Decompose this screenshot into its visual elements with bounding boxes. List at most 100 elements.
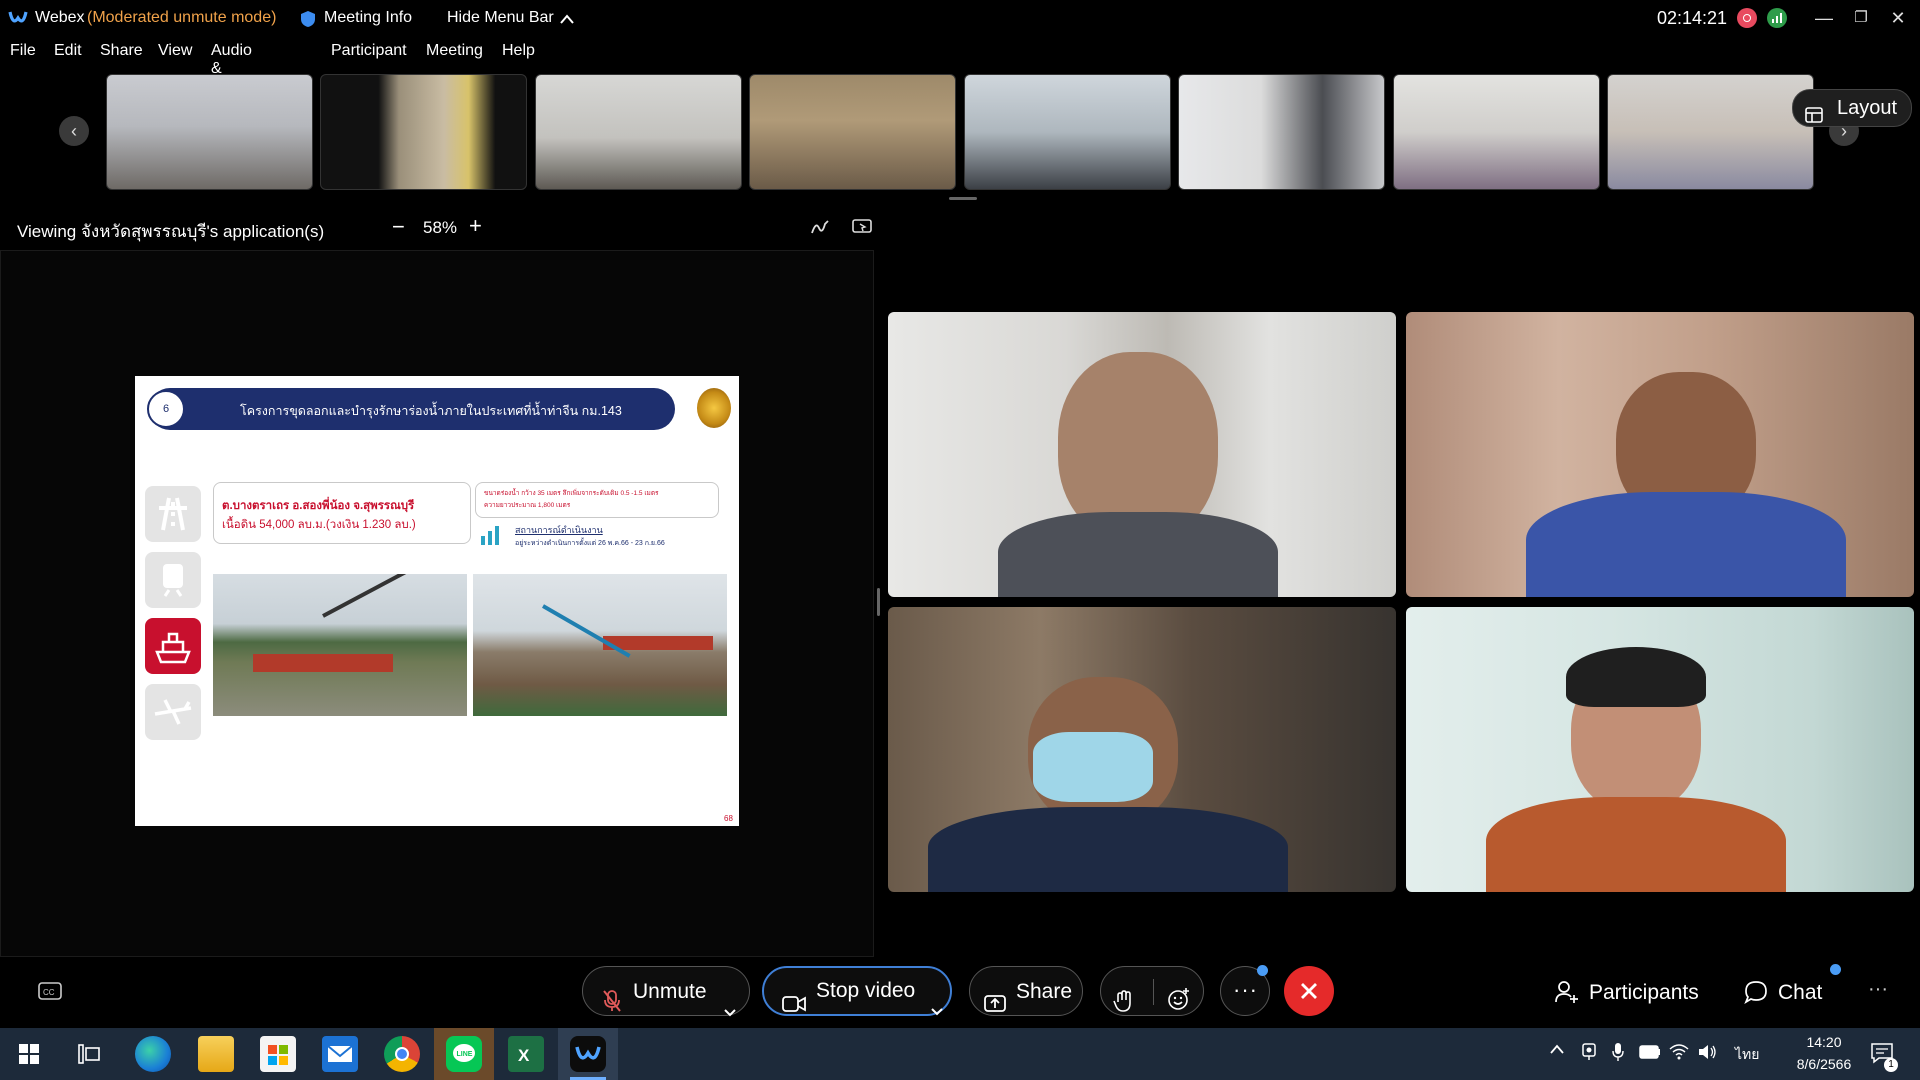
- share-toolbar: Viewing จังหวัดสุพรรณบุรี's application(…: [0, 210, 880, 246]
- notification-dot: [1830, 964, 1841, 975]
- participant-thumbnail[interactable]: [106, 74, 313, 190]
- task-view-icon[interactable]: [78, 1044, 100, 1069]
- divider: [1153, 979, 1154, 1005]
- rail-icon: [145, 552, 201, 608]
- raise-hand-icon[interactable]: [1113, 981, 1133, 1031]
- participant-thumbnail[interactable]: [749, 74, 956, 190]
- chat-button[interactable]: Chat: [1744, 964, 1841, 1009]
- edge-browser-icon[interactable]: [135, 1036, 171, 1072]
- participant-video[interactable]: [1406, 607, 1914, 892]
- status-detail: อยู่ระหว่างดำเนินการตั้งแต่ 26 พ.ค.66 - …: [515, 540, 665, 547]
- menu-view[interactable]: View: [158, 42, 192, 60]
- participant-thumbnail[interactable]: [1607, 74, 1814, 190]
- participant-thumbnail[interactable]: [535, 74, 742, 190]
- menu-participant[interactable]: Participant: [331, 42, 407, 60]
- chevron-up-icon[interactable]: [559, 12, 575, 30]
- participant-video[interactable]: [1406, 312, 1914, 597]
- clock-date[interactable]: 8/6/2566: [1780, 1056, 1868, 1072]
- windows-start-icon[interactable]: [19, 1044, 39, 1069]
- layout-button[interactable]: Layout: [1792, 89, 1912, 127]
- zoom-out-icon[interactable]: −: [392, 214, 405, 240]
- svg-text:X: X: [518, 1046, 530, 1065]
- captions-icon[interactable]: CC: [38, 982, 62, 1005]
- dredging-photo: [473, 574, 727, 716]
- filmstrip-prev-icon[interactable]: ‹: [59, 116, 89, 146]
- notification-count: 1: [1884, 1058, 1898, 1072]
- participant-thumbnail[interactable]: [320, 74, 527, 190]
- remote-control-icon[interactable]: [852, 218, 872, 241]
- location-line-2: เนื้อดิน 54,000 ลบ.ม.(วงเงิน 1.230 ลบ.): [222, 519, 416, 531]
- microphone-icon[interactable]: [1612, 1042, 1624, 1067]
- slide-number-badge: 6: [147, 390, 185, 428]
- network-health-icon[interactable]: [1767, 8, 1787, 28]
- recording-icon: [1737, 8, 1757, 28]
- microsoft-store-icon[interactable]: [260, 1036, 296, 1072]
- mail-icon[interactable]: [322, 1036, 358, 1072]
- menu-edit[interactable]: Edit: [54, 42, 82, 60]
- share-button[interactable]: Share: [969, 966, 1083, 1016]
- filmstrip-resize-handle[interactable]: [949, 197, 977, 200]
- title-bar: Webex (Moderated unmute mode) Meeting In…: [0, 0, 1920, 38]
- svg-text:LINE: LINE: [457, 1051, 473, 1058]
- restore-icon[interactable]: ❐: [1843, 4, 1879, 32]
- participant-thumbnail[interactable]: [964, 74, 1171, 190]
- participant-thumbnail[interactable]: [1393, 74, 1600, 190]
- layout-icon: [1805, 99, 1823, 135]
- more-icon: ···: [1233, 977, 1258, 1002]
- overflow-menu-icon[interactable]: ···: [1868, 978, 1888, 1001]
- wifi-icon[interactable]: [1669, 1042, 1689, 1065]
- dredging-photo: [213, 574, 467, 716]
- spec-line-1: ขนาดร่องน้ำ กว้าง 35 เมตร ลึกเพิ่มจากระด…: [484, 490, 659, 497]
- shield-icon[interactable]: [300, 10, 316, 33]
- layout-label: Layout: [1837, 97, 1898, 119]
- status-chart-icon: [479, 524, 503, 551]
- participant-video[interactable]: [888, 312, 1396, 597]
- slide-number: 6: [162, 403, 170, 415]
- participants-icon: [1555, 980, 1579, 1009]
- svg-text:CC: CC: [43, 988, 55, 997]
- share-label: Share: [1016, 980, 1073, 1003]
- close-icon[interactable]: ✕: [1880, 4, 1916, 32]
- road-icon: [145, 486, 201, 542]
- chat-bubble-icon: [1744, 980, 1768, 1009]
- webex-app-icon[interactable]: [570, 1036, 606, 1072]
- meeting-info-link[interactable]: Meeting Info: [324, 9, 412, 27]
- file-explorer-icon[interactable]: [198, 1036, 234, 1072]
- menu-meeting[interactable]: Meeting: [426, 42, 483, 60]
- annotate-icon[interactable]: [810, 218, 830, 241]
- participant-thumbnail[interactable]: [1178, 74, 1385, 190]
- hide-menu-bar-button[interactable]: Hide Menu Bar: [447, 9, 554, 27]
- more-options-button[interactable]: ···: [1220, 965, 1270, 1016]
- zoom-in-icon[interactable]: +: [469, 213, 482, 239]
- participants-button[interactable]: Participants: [1555, 978, 1705, 1008]
- chat-label: Chat: [1778, 981, 1823, 1004]
- excel-icon[interactable]: X: [508, 1036, 544, 1072]
- location-box: ต.บางตราเถร อ.สองพี่น้อง จ.สุพรรณบุรี เน…: [213, 482, 471, 544]
- clock-time[interactable]: 14:20: [1794, 1034, 1854, 1050]
- video-camera-icon: [782, 982, 806, 1032]
- input-language[interactable]: ไทย: [1735, 1044, 1759, 1066]
- taskbar: LINE X ไทย 14:20 8/6/2566 1: [0, 1028, 1920, 1080]
- volume-icon[interactable]: [1698, 1043, 1718, 1066]
- ship-icon: [145, 618, 201, 674]
- minimize-icon[interactable]: —: [1806, 4, 1842, 32]
- emoji-reaction-icon[interactable]: [1167, 980, 1191, 1030]
- menu-share[interactable]: Share: [100, 42, 143, 60]
- share-screen-icon: [984, 982, 1006, 1032]
- menu-help[interactable]: Help: [502, 42, 535, 60]
- emblem-icon: [697, 388, 731, 428]
- participant-video[interactable]: [888, 607, 1396, 892]
- webcam-icon[interactable]: [1581, 1043, 1597, 1066]
- unmute-button[interactable]: Unmute: [582, 966, 750, 1017]
- end-meeting-button[interactable]: [1284, 966, 1334, 1016]
- chrome-icon[interactable]: [384, 1036, 420, 1072]
- shared-slide: 6 โครงการขุดลอกและบำรุงรักษาร่องน้ำภายใน…: [135, 376, 739, 826]
- line-app-icon[interactable]: LINE: [446, 1036, 482, 1072]
- splitter-handle[interactable]: [877, 588, 880, 616]
- chevron-up-icon[interactable]: [1549, 1042, 1565, 1060]
- spec-line-2: ความยาวประมาณ 1,800 เมตร: [484, 502, 571, 509]
- battery-icon[interactable]: [1639, 1045, 1661, 1064]
- reactions-group: [1100, 966, 1204, 1016]
- menu-file[interactable]: File: [10, 42, 36, 60]
- stop-video-button[interactable]: Stop video: [762, 966, 952, 1016]
